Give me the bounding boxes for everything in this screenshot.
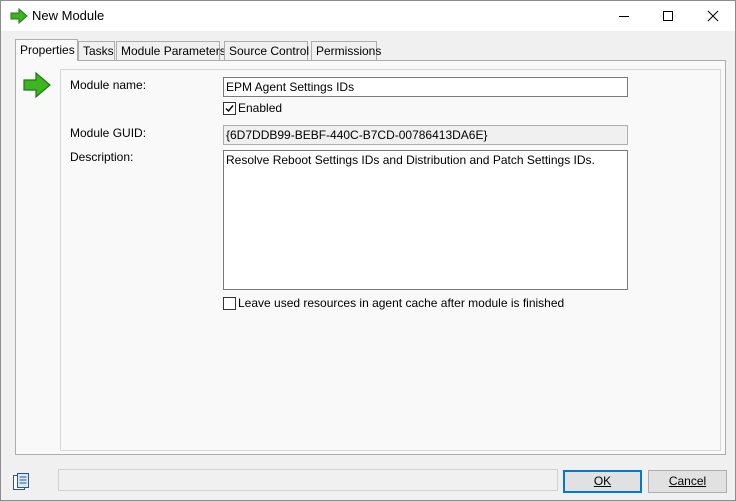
tab-permissions[interactable]: Permissions (311, 41, 381, 60)
minimize-icon (618, 10, 630, 22)
enabled-checkbox[interactable] (223, 102, 236, 115)
tab-module-parameters[interactable]: Module Parameters (116, 41, 226, 60)
enabled-label: Enabled (238, 101, 283, 115)
module-guid-label: Module GUID: (70, 126, 147, 140)
window-title: New Module (32, 8, 105, 23)
description-label: Description: (70, 150, 134, 164)
close-icon (707, 10, 719, 22)
module-name-input[interactable]: EPM Agent Settings IDs (223, 77, 628, 97)
maximize-icon (662, 10, 674, 22)
module-arrow-icon (22, 71, 52, 99)
cancel-button[interactable]: Cancel (648, 470, 727, 493)
green-arrow-icon (10, 7, 28, 25)
ok-button-label: OK (593, 474, 612, 488)
clipboard-icon[interactable] (12, 472, 30, 492)
minimize-button[interactable] (602, 1, 646, 31)
description-textarea[interactable]: Resolve Reboot Settings IDs and Distribu… (223, 150, 628, 290)
maximize-button[interactable] (646, 1, 690, 31)
tab-tasks[interactable]: Tasks (78, 41, 115, 60)
module-guid-field[interactable]: {6D7DDB99-BEBF-440C-B7CD-00786413DA6E} (223, 125, 628, 145)
ok-button[interactable]: OK (563, 470, 642, 493)
leave-resources-label: Leave used resources in agent cache afte… (238, 296, 565, 310)
title-bar: New Module (1, 1, 735, 31)
cancel-button-label: Cancel (668, 474, 707, 488)
close-button[interactable] (691, 1, 735, 31)
properties-panel: Module name: EPM Agent Settings IDs Enab… (15, 60, 726, 455)
leave-resources-checkbox[interactable] (223, 297, 236, 310)
module-name-label: Module name: (70, 78, 147, 92)
status-bar (58, 469, 558, 491)
tab-properties[interactable]: Properties (15, 39, 78, 61)
new-module-window: New Module Properties Tasks Module Param… (0, 0, 736, 501)
tab-source-control[interactable]: Source Control (224, 41, 309, 60)
